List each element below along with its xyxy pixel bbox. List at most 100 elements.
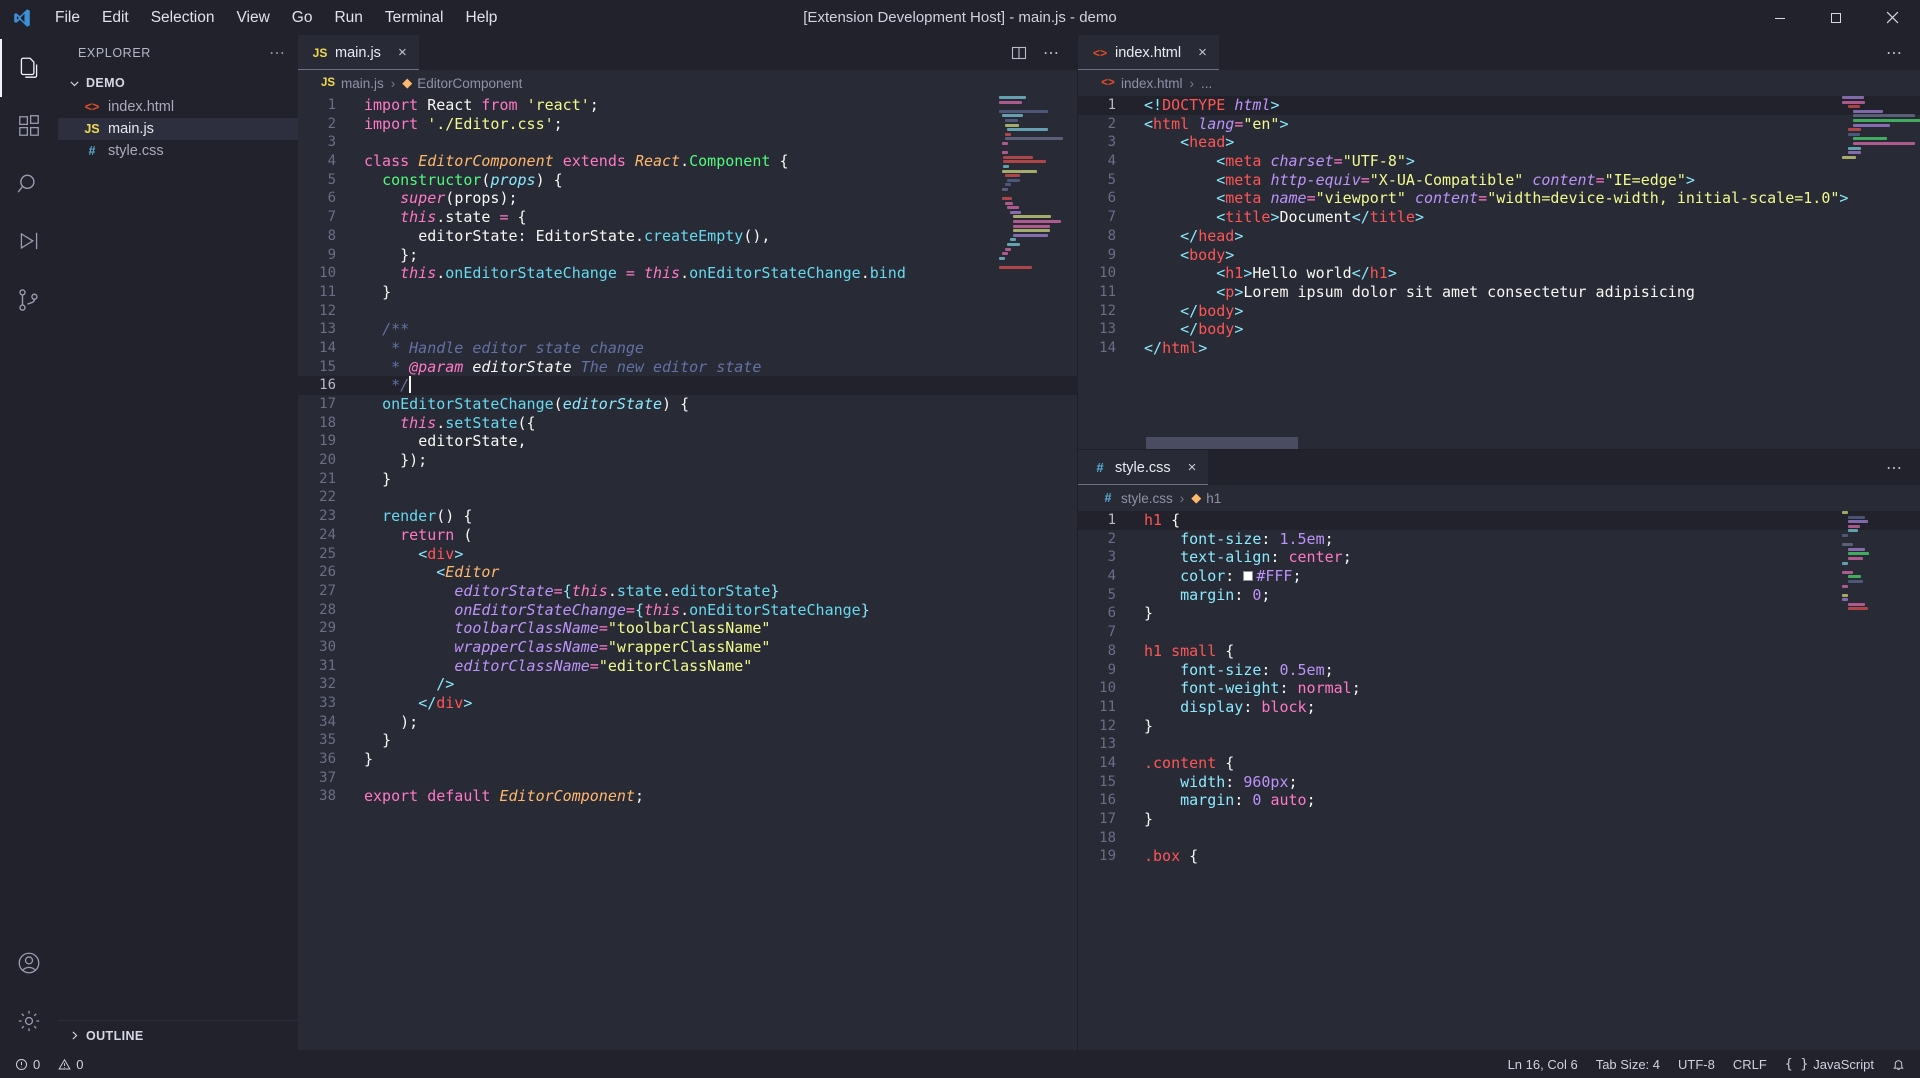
menu-go[interactable]: Go	[281, 6, 324, 30]
line-number: 13	[1099, 321, 1116, 338]
code-line: 24 return (	[298, 526, 1077, 545]
split-editor-icon[interactable]	[1005, 41, 1033, 65]
line-text: * @param editorState The new editor stat…	[391, 357, 762, 376]
status-warnings[interactable]: 0	[49, 1050, 92, 1078]
line-text: this.onEditorStateChange = this.onEditor…	[400, 264, 906, 283]
activity-manage[interactable]	[0, 992, 58, 1050]
code-line: 14 .content {	[1078, 754, 1920, 773]
line-text: }	[1144, 810, 1154, 828]
editor-more-actions-icon[interactable]: ⋯	[1880, 39, 1908, 67]
code-line: 8 </head>	[1078, 227, 1920, 246]
line-text: .box {	[1144, 847, 1199, 866]
line-text: wrapperClassName="wrapperClassName"	[454, 637, 771, 656]
js-icon: JS	[320, 77, 336, 89]
line-text: margin: 0 auto;	[1180, 791, 1316, 810]
breadcrumb-file[interactable]: style.css	[1121, 491, 1173, 506]
breadcrumb-separator: ›	[390, 75, 396, 91]
tab-style-css[interactable]: # style.css ×	[1078, 450, 1209, 485]
activity-extensions[interactable]	[0, 97, 58, 155]
minimize-icon[interactable]	[1752, 0, 1808, 35]
menu-run[interactable]: Run	[323, 6, 373, 30]
tab-index-html[interactable]: <> index.html ×	[1078, 35, 1219, 70]
line-number: 16	[1099, 792, 1116, 809]
activity-source-control[interactable]	[0, 271, 58, 329]
folder-demo[interactable]: DEMO	[58, 70, 298, 96]
line-text: }	[382, 282, 392, 301]
line-text: <div>	[418, 544, 464, 563]
breadcrumb-file[interactable]: index.html	[1121, 76, 1183, 91]
line-number: 9	[327, 246, 336, 263]
sidebar-more-actions-icon[interactable]: ⋯	[269, 43, 286, 63]
line-number: 4	[327, 153, 336, 170]
code-editor-index-html[interactable]: 1 <!DOCTYPE html> 2 <html lang="en"> 3 <head…	[1078, 96, 1920, 449]
line-text	[1134, 829, 1153, 848]
line-text: width: 960px;	[1180, 772, 1298, 791]
tab-label: main.js	[335, 44, 381, 61]
status-encoding[interactable]: UTF-8	[1669, 1050, 1724, 1078]
close-icon[interactable]: ×	[1198, 44, 1207, 61]
activity-accounts[interactable]	[0, 934, 58, 992]
horizontal-scrollbar[interactable]	[1078, 437, 1920, 449]
file-index-html[interactable]: <> index.html	[58, 96, 298, 118]
file-main-js[interactable]: JS main.js	[58, 118, 298, 140]
breadcrumb-symbol[interactable]: EditorComponent	[417, 76, 522, 91]
code-line: 27 editorState={this.state.editorState}	[298, 582, 1077, 601]
editor-more-actions-icon[interactable]: ⋯	[1037, 39, 1065, 67]
menu-help[interactable]: Help	[455, 6, 509, 30]
line-number: 14	[1099, 754, 1116, 771]
code-editor-style-css[interactable]: 1 h1 {2 font-size: 1.5em; 3 text-align: ce…	[1078, 511, 1920, 1050]
activity-search[interactable]	[0, 155, 58, 213]
js-icon: JS	[84, 122, 100, 136]
tab-label: style.css	[1115, 459, 1171, 476]
line-number: 15	[319, 358, 336, 375]
status-eol[interactable]: CRLF	[1724, 1050, 1776, 1078]
status-errors[interactable]: 0	[6, 1050, 49, 1078]
status-notifications[interactable]	[1883, 1050, 1914, 1078]
code-line: 38 export default EditorComponent;	[298, 787, 1077, 806]
line-number: 13	[319, 321, 336, 338]
line-number: 1	[1107, 512, 1116, 528]
maximize-icon[interactable]	[1808, 0, 1864, 35]
chevron-down-icon	[66, 77, 82, 90]
menu-selection[interactable]: Selection	[140, 6, 226, 30]
close-icon[interactable]: ×	[1188, 459, 1197, 476]
line-text: constructor(props) {	[382, 170, 563, 189]
menu-view[interactable]: View	[225, 6, 280, 30]
html-icon: <>	[1101, 77, 1115, 89]
editor-group-index-html: <> index.html × ⋯ <> index.html › ... 1 …	[1078, 35, 1920, 449]
scrollbar-thumb[interactable]	[1146, 437, 1298, 449]
outline-section[interactable]: OUTLINE	[58, 1020, 298, 1050]
line-text: editorState={this.state.editorState}	[454, 581, 780, 600]
file-style-css[interactable]: # style.css	[58, 140, 298, 162]
line-number: 9	[1107, 246, 1116, 263]
breadcrumb-file[interactable]: main.js	[341, 76, 384, 91]
tab-main-js[interactable]: JS main.js ×	[298, 35, 419, 70]
line-text: font-size: 0.5em;	[1180, 660, 1334, 679]
activity-run-debug[interactable]	[0, 213, 58, 271]
status-tab-size[interactable]: Tab Size: 4	[1587, 1050, 1669, 1078]
code-editor-main-js[interactable]: 1 import React from 'react'; 2 import './Ed…	[298, 96, 1077, 1050]
line-text: }	[382, 731, 392, 750]
line-number: 32	[319, 676, 336, 693]
code-line: 6 super(props);	[298, 189, 1077, 208]
activity-explorer[interactable]	[0, 39, 58, 97]
code-line: 13 /**	[298, 320, 1077, 339]
breadcrumb-symbol[interactable]: h1	[1206, 491, 1221, 506]
menu-file[interactable]: File	[44, 6, 91, 30]
menu-edit[interactable]: Edit	[91, 6, 140, 30]
code-line: 8 h1 small {	[1078, 642, 1920, 661]
line-text	[354, 302, 373, 321]
breadcrumb-symbol[interactable]: ...	[1201, 76, 1212, 91]
menu-terminal[interactable]: Terminal	[374, 6, 455, 30]
files-icon	[16, 55, 42, 81]
code-line: 31 editorClassName="editorClassName"	[298, 657, 1077, 676]
line-number: 2	[1107, 530, 1116, 547]
editor-more-actions-icon[interactable]: ⋯	[1880, 454, 1908, 482]
close-icon[interactable]	[1864, 0, 1920, 35]
breadcrumb-right-bottom: # style.css › ◆ h1	[1078, 485, 1920, 511]
close-icon[interactable]: ×	[398, 44, 407, 61]
code-line: 7 <title>Document</title>	[1078, 208, 1920, 227]
status-language-mode[interactable]: { } JavaScript	[1776, 1050, 1883, 1078]
code-line: 1 h1 {	[1078, 511, 1920, 530]
status-editor-position[interactable]: Ln 16, Col 6	[1499, 1050, 1587, 1078]
